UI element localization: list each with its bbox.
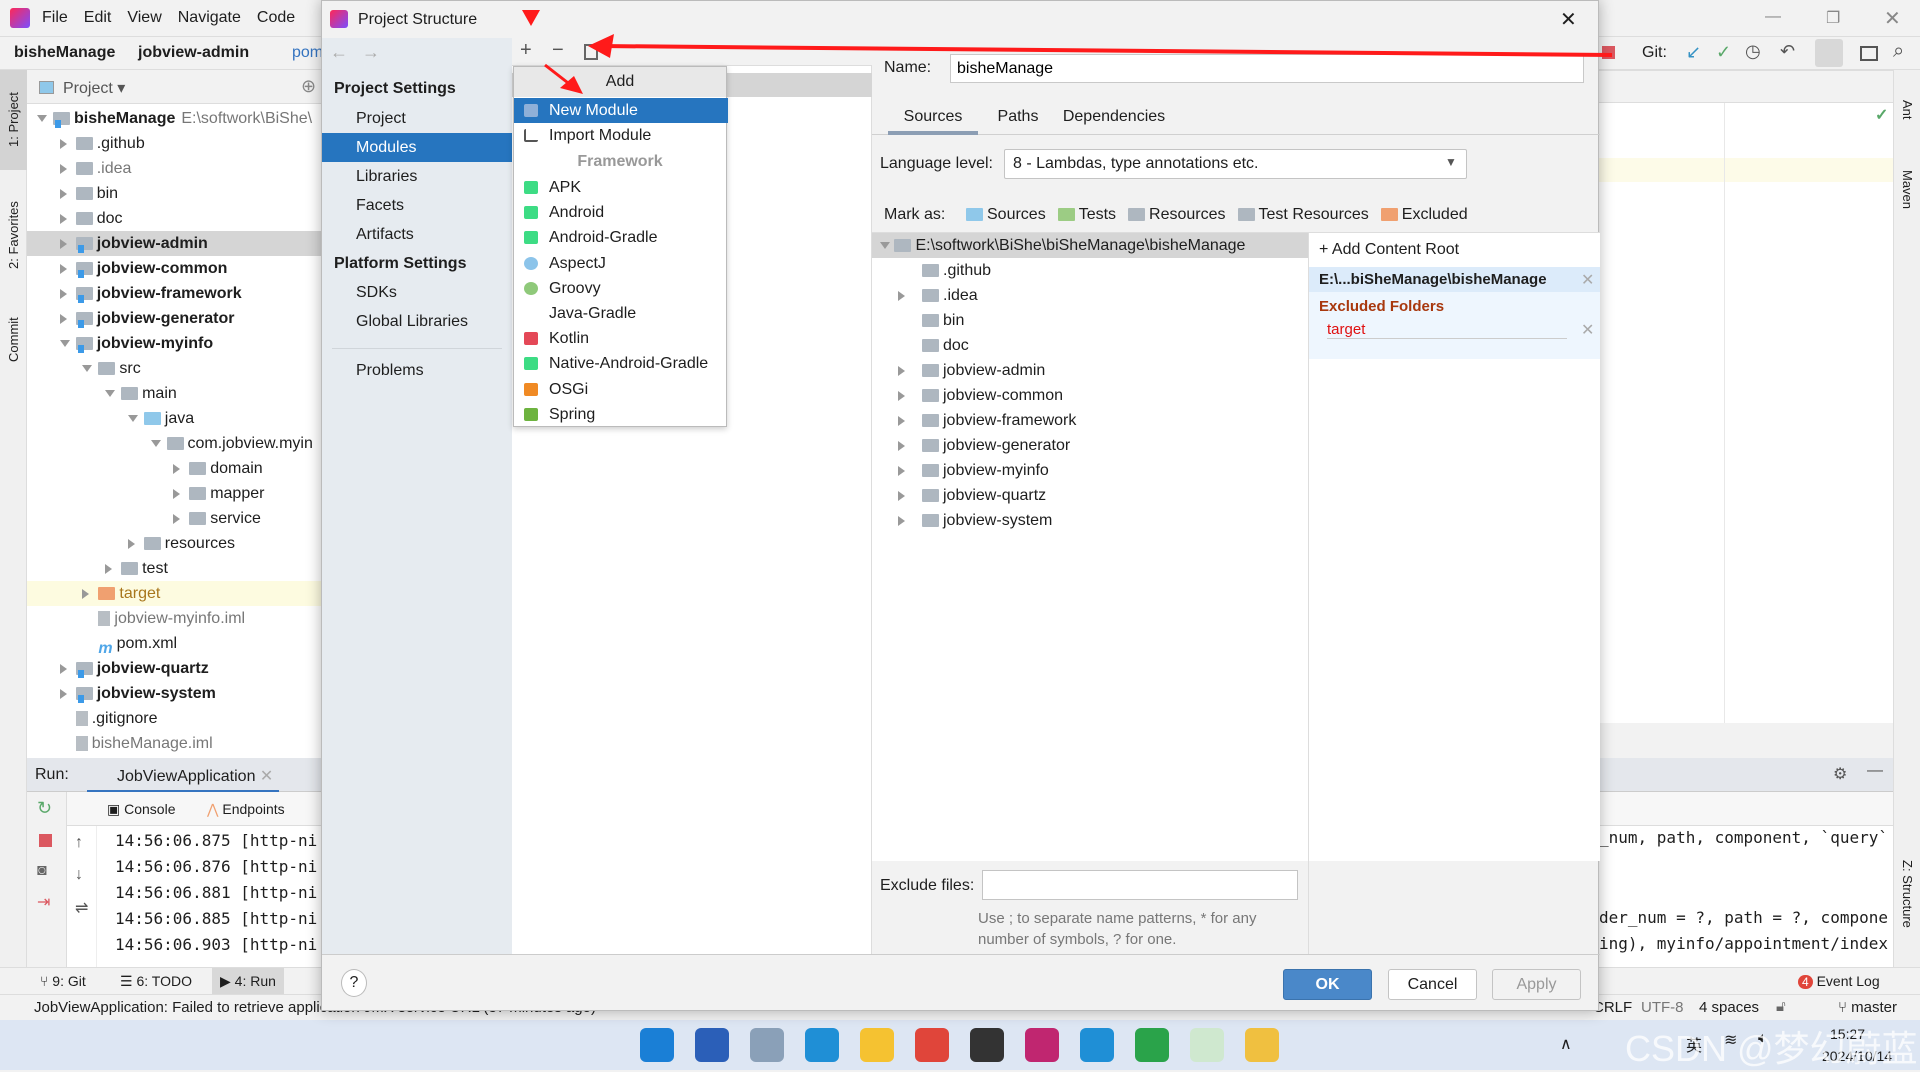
annotation-arrowhead [588,34,614,58]
annotation-marker [522,10,540,26]
annotation-arrow-line [599,44,1613,57]
annotation-arrows [522,10,1613,94]
